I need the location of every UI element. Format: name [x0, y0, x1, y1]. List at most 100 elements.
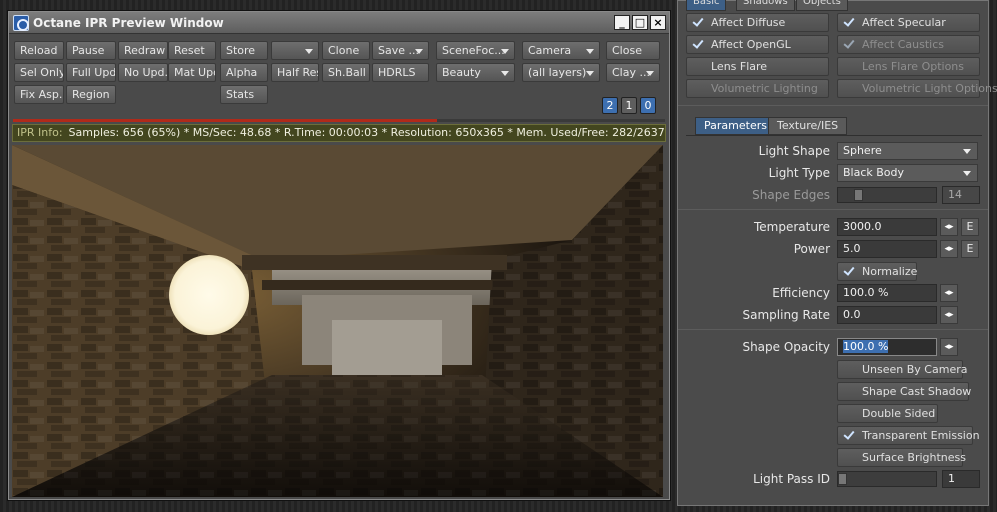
window-titlebar[interactable]: Octane IPR Preview Window _ □ ×	[9, 12, 669, 34]
region-button[interactable]: Region	[66, 85, 116, 104]
section-divider	[678, 105, 988, 106]
light-shape-label: Light Shape	[758, 144, 830, 158]
temperature-label: Temperature	[753, 220, 830, 234]
light-properties-panel: Basic Shadows Objects Affect Diffuse Aff…	[677, 0, 997, 506]
no-update-button[interactable]: No Upd.	[118, 63, 168, 82]
store-slot-dropdown[interactable]	[271, 41, 319, 60]
slider-knob[interactable]	[854, 189, 863, 201]
section-divider	[678, 209, 988, 210]
power-envelope-button[interactable]: E	[961, 240, 979, 258]
light-shape-select[interactable]: Sphere	[837, 142, 978, 160]
mat-update-button[interactable]: Mat Upd	[168, 63, 216, 82]
page-0-button[interactable]: 0	[640, 97, 656, 114]
double-sided-toggle[interactable]: Double Sided	[837, 404, 938, 423]
check-icon	[842, 265, 856, 278]
shape-opacity-label: Shape Opacity	[742, 340, 830, 354]
shape-edges-field[interactable]: 14	[942, 186, 980, 204]
power-spinner-icon[interactable]: ◂▸	[940, 240, 958, 258]
layers-dropdown[interactable]: (all layers)	[522, 63, 600, 82]
close-window-button[interactable]: ×	[650, 15, 666, 30]
surface-brightness-toggle[interactable]: Surface Brightness	[837, 448, 966, 467]
efficiency-spinner-icon[interactable]: ◂▸	[940, 284, 958, 302]
stats-button[interactable]: Stats	[220, 85, 268, 104]
close-button[interactable]: Close	[606, 41, 660, 60]
double-sided-label: Double Sided	[862, 407, 936, 420]
reload-button[interactable]: Reload	[14, 41, 64, 60]
transparent-emission-toggle[interactable]: Transparent Emission	[837, 426, 980, 445]
minimize-button[interactable]: _	[614, 15, 630, 30]
shader-ball-button[interactable]: Sh.Ball	[322, 63, 370, 82]
sampling-rate-field[interactable]: 0.0	[837, 306, 937, 324]
light-pass-id-slider[interactable]	[837, 471, 937, 487]
ipr-info-text: Samples: 656 (65%) * MS/Sec: 48.68 * R.T…	[68, 126, 665, 139]
sampling-rate-spinner-icon[interactable]: ◂▸	[940, 306, 958, 324]
save-dropdown[interactable]: Save ...	[372, 41, 429, 60]
ipr-info-label: IPR Info:	[17, 126, 63, 139]
shape-edges-slider[interactable]	[837, 187, 937, 203]
temperature-field[interactable]: 3000.0	[837, 218, 937, 236]
sel-only-button[interactable]: Sel Only	[14, 63, 64, 82]
check-icon	[691, 38, 705, 51]
render-viewport[interactable]	[12, 145, 663, 497]
affect-caustics-toggle: Affect Caustics	[837, 35, 980, 54]
check-icon	[691, 16, 705, 29]
ipr-info-bar: IPR Info: Samples: 656 (65%) * MS/Sec: 48…	[12, 124, 666, 142]
check-icon	[842, 429, 856, 442]
lens-flare-toggle[interactable]: Lens Flare	[686, 57, 829, 76]
lens-flare-options-button: Lens Flare Options	[837, 57, 980, 76]
redraw-button[interactable]: Redraw	[118, 41, 168, 60]
page-1-button[interactable]: 1	[621, 97, 637, 114]
volumetric-lighting-label: Volumetric Lighting	[711, 82, 818, 95]
page-2-button[interactable]: 2	[602, 97, 618, 114]
window-title: Octane IPR Preview Window	[33, 16, 224, 30]
pause-button[interactable]: Pause	[66, 41, 116, 60]
light-type-select[interactable]: Black Body	[837, 164, 978, 182]
shape-opacity-field[interactable]: 100.0 %	[837, 338, 937, 356]
transparent-emission-label: Transparent Emission	[862, 429, 980, 442]
affect-specular-toggle[interactable]: Affect Specular	[837, 13, 980, 32]
tab-texture-ies[interactable]: Texture/IES	[768, 117, 848, 135]
affect-diffuse-toggle[interactable]: Affect Diffuse	[686, 13, 829, 32]
surface-brightness-label: Surface Brightness	[862, 451, 966, 464]
light-pass-id-field[interactable]: 1	[942, 470, 980, 488]
power-field[interactable]: 5.0	[837, 240, 937, 258]
affect-caustics-label: Affect Caustics	[862, 38, 945, 51]
tab-shadows[interactable]: Shadows	[736, 0, 795, 11]
fix-aspect-button[interactable]: Fix Asp.	[14, 85, 64, 104]
tab-objects[interactable]: Objects	[796, 0, 848, 11]
affect-opengl-label: Affect OpenGL	[711, 38, 791, 51]
affect-diffuse-label: Affect Diffuse	[711, 16, 786, 29]
hdrls-button[interactable]: HDRLS	[372, 63, 429, 82]
scene-focus-dropdown[interactable]: SceneFoc...	[436, 41, 515, 60]
temperature-spinner-icon[interactable]: ◂▸	[940, 218, 958, 236]
full-update-button[interactable]: Full Upd.	[66, 63, 116, 82]
shape-opacity-spinner-icon[interactable]: ◂▸	[940, 338, 958, 356]
affect-opengl-toggle[interactable]: Affect OpenGL	[686, 35, 829, 54]
slider-knob[interactable]	[838, 473, 847, 485]
tab-basic[interactable]: Basic	[686, 0, 727, 11]
section-divider	[678, 329, 988, 330]
light-type-label: Light Type	[768, 166, 830, 180]
unseen-by-camera-toggle[interactable]: Unseen By Camera	[837, 360, 967, 379]
render-progress-bar	[13, 119, 437, 122]
efficiency-field[interactable]: 100.0 %	[837, 284, 937, 302]
volumetric-light-options-label: Volumetric Light Options	[862, 82, 997, 95]
tab-parameters[interactable]: Parameters	[695, 117, 776, 135]
sub-tab-separator	[686, 135, 982, 136]
temperature-envelope-button[interactable]: E	[961, 218, 979, 236]
maximize-button[interactable]: □	[632, 15, 648, 30]
normalize-toggle[interactable]: Normalize	[837, 262, 917, 281]
clay-dropdown[interactable]: Clay ...	[606, 63, 660, 82]
render-progress-track	[437, 119, 665, 122]
lens-flare-label: Lens Flare	[711, 60, 768, 73]
alpha-button[interactable]: Alpha	[220, 63, 268, 82]
shape-cast-shadow-toggle[interactable]: Shape Cast Shadow	[837, 382, 971, 401]
camera-dropdown[interactable]: Camera	[522, 41, 600, 60]
render-pass-dropdown[interactable]: Beauty	[436, 63, 515, 82]
store-button[interactable]: Store	[220, 41, 268, 60]
ipr-preview-window: Octane IPR Preview Window _ □ × Reload P…	[8, 11, 670, 500]
shape-edges-label: Shape Edges	[752, 188, 830, 202]
clone-button[interactable]: Clone	[322, 41, 370, 60]
reset-button[interactable]: Reset	[168, 41, 216, 60]
half-res-button[interactable]: Half Res	[271, 63, 319, 82]
